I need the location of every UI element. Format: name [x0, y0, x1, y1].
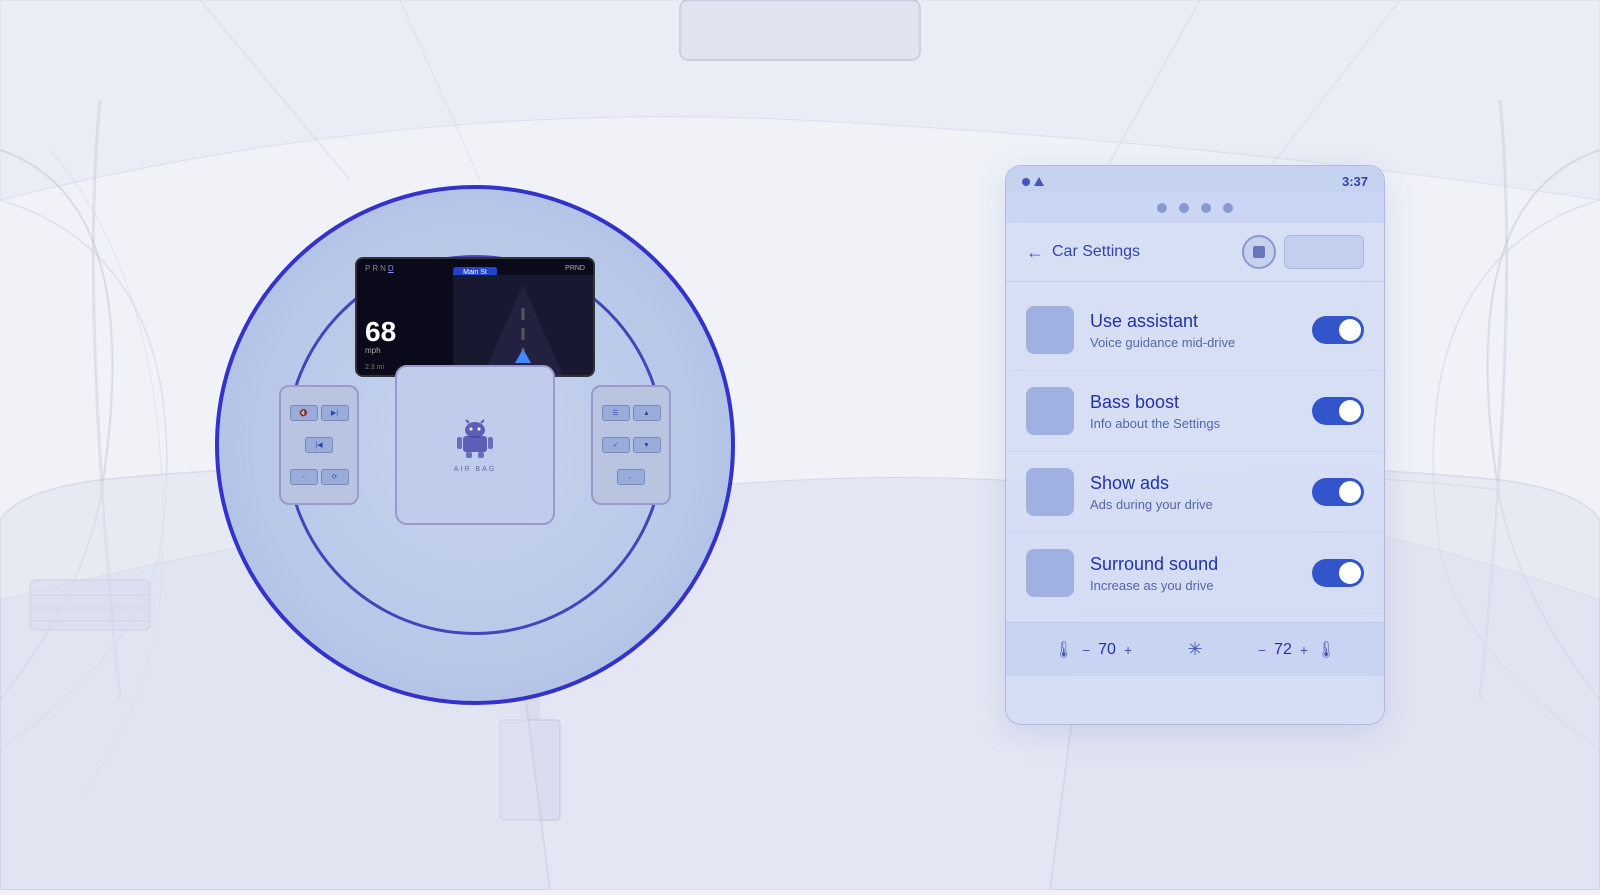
search-button[interactable]: [1284, 235, 1364, 269]
stop-icon: [1253, 246, 1265, 258]
setting-text-bass-boost: Bass boost Info about the Settings: [1090, 392, 1296, 431]
temp-left-value: 70: [1098, 641, 1116, 659]
check-button[interactable]: ✓: [602, 437, 630, 453]
setting-title-use-assistant: Use assistant: [1090, 311, 1296, 332]
heat-left-icon: 🌡: [1054, 640, 1074, 660]
nav-speed-display: 68 mph: [365, 318, 396, 355]
setting-desc-surround-sound: Increase as you drive: [1090, 578, 1296, 593]
climate-fan-zone: ✳: [1187, 639, 1202, 660]
setting-icon-surround-sound: [1026, 549, 1074, 597]
vol-minus-button[interactable]: -: [290, 469, 318, 485]
toggle-show-ads[interactable]: [1312, 478, 1364, 506]
steering-wheel-outer: PRND PRND Main St 68 mph: [215, 185, 735, 705]
vol-plus-button[interactable]: ⟳: [321, 469, 349, 485]
setting-title-bass-boost: Bass boost: [1090, 392, 1296, 413]
setting-icon-use-assistant: [1026, 306, 1074, 354]
toggle-use-assistant[interactable]: [1312, 316, 1364, 344]
steering-wheel-container: PRND PRND Main St 68 mph: [215, 185, 735, 705]
up-button[interactable]: ▲: [633, 405, 661, 421]
toggle-knob-show-ads: [1339, 481, 1361, 503]
climate-right-controls: − 72 +: [1258, 641, 1308, 659]
steering-hub: AIR BAG: [395, 365, 555, 525]
setting-show-ads[interactable]: Show ads Ads during your drive: [1006, 452, 1384, 533]
battery-indicator: [1022, 178, 1030, 186]
toggle-knob-surround-sound: [1339, 562, 1361, 584]
temp-left-minus[interactable]: −: [1082, 642, 1090, 658]
android-icon: [455, 418, 495, 458]
temp-left-plus[interactable]: +: [1124, 642, 1132, 658]
temp-right-plus[interactable]: +: [1300, 642, 1308, 658]
settings-list: Use assistant Voice guidance mid-drive B…: [1006, 282, 1384, 622]
setting-desc-show-ads: Ads during your drive: [1090, 497, 1296, 512]
toggle-knob-bass-boost: [1339, 400, 1361, 422]
back-arrow-icon: ←: [1026, 242, 1044, 263]
climate-bar: 🌡 − 70 + ✳ − 72 + 🌡: [1006, 622, 1384, 676]
airbag-label: AIR BAG: [454, 466, 496, 473]
right-steering-controls[interactable]: ☰ ▲ ✓ ▼ ←: [591, 385, 671, 505]
setting-desc-use-assistant: Voice guidance mid-drive: [1090, 335, 1296, 350]
back-button[interactable]: ← Car Settings: [1026, 242, 1140, 263]
fan-icon: ✳: [1187, 639, 1202, 660]
mute-button[interactable]: 🔇: [290, 405, 318, 421]
setting-title-show-ads: Show ads: [1090, 473, 1296, 494]
main-content: PRND PRND Main St 68 mph: [0, 0, 1600, 890]
settings-panel: 3:37 ← Car Settings: [1005, 165, 1385, 725]
toggle-surround-sound[interactable]: [1312, 559, 1364, 587]
status-bar: 3:37: [1006, 166, 1384, 193]
panel-title: Car Settings: [1052, 243, 1140, 261]
down-button[interactable]: ▼: [633, 437, 661, 453]
menu-button[interactable]: ☰: [602, 405, 630, 421]
setting-use-assistant[interactable]: Use assistant Voice guidance mid-drive: [1006, 290, 1384, 371]
temp-right-value: 72: [1274, 641, 1292, 659]
status-time: 3:37: [1342, 174, 1368, 189]
navigation-display: PRND PRND Main St 68 mph: [357, 259, 593, 375]
setting-desc-bass-boost: Info about the Settings: [1090, 416, 1296, 431]
nav-dot-3: [1201, 203, 1211, 213]
climate-right-zone: − 72 + 🌡: [1258, 640, 1336, 660]
nav-dot-4: [1223, 203, 1233, 213]
setting-icon-show-ads: [1026, 468, 1074, 516]
setting-bass-boost[interactable]: Bass boost Info about the Settings: [1006, 371, 1384, 452]
climate-left-controls: − 70 +: [1082, 641, 1132, 659]
climate-left-zone: 🌡 − 70 +: [1054, 640, 1132, 660]
panel-header: ← Car Settings: [1006, 223, 1384, 282]
heat-right-icon: 🌡: [1316, 640, 1336, 660]
nav-dot-1: [1157, 203, 1167, 213]
setting-surround-sound[interactable]: Surround sound Increase as you drive: [1006, 533, 1384, 614]
nav-dots-row: [1006, 193, 1384, 223]
dashboard-phone: PRND PRND Main St 68 mph: [355, 257, 595, 377]
left-steering-controls[interactable]: 🔇 ▶| |◀ - ⟳: [279, 385, 359, 505]
setting-text-show-ads: Show ads Ads during your drive: [1090, 473, 1296, 512]
nav-dot-2: [1179, 203, 1189, 213]
header-actions: [1242, 235, 1364, 269]
back-hw-button[interactable]: ←: [617, 469, 645, 485]
setting-text-surround-sound: Surround sound Increase as you drive: [1090, 554, 1296, 593]
status-icons: [1022, 177, 1044, 186]
stop-button[interactable]: [1242, 235, 1276, 269]
temp-right-minus[interactable]: −: [1258, 642, 1266, 658]
setting-text-use-assistant: Use assistant Voice guidance mid-drive: [1090, 311, 1296, 350]
toggle-knob-use-assistant: [1339, 319, 1361, 341]
next-button[interactable]: ▶|: [321, 405, 349, 421]
toggle-bass-boost[interactable]: [1312, 397, 1364, 425]
setting-title-surround-sound: Surround sound: [1090, 554, 1296, 575]
prev-button[interactable]: |◀: [305, 437, 333, 453]
setting-icon-bass-boost: [1026, 387, 1074, 435]
signal-indicator: [1034, 177, 1044, 186]
